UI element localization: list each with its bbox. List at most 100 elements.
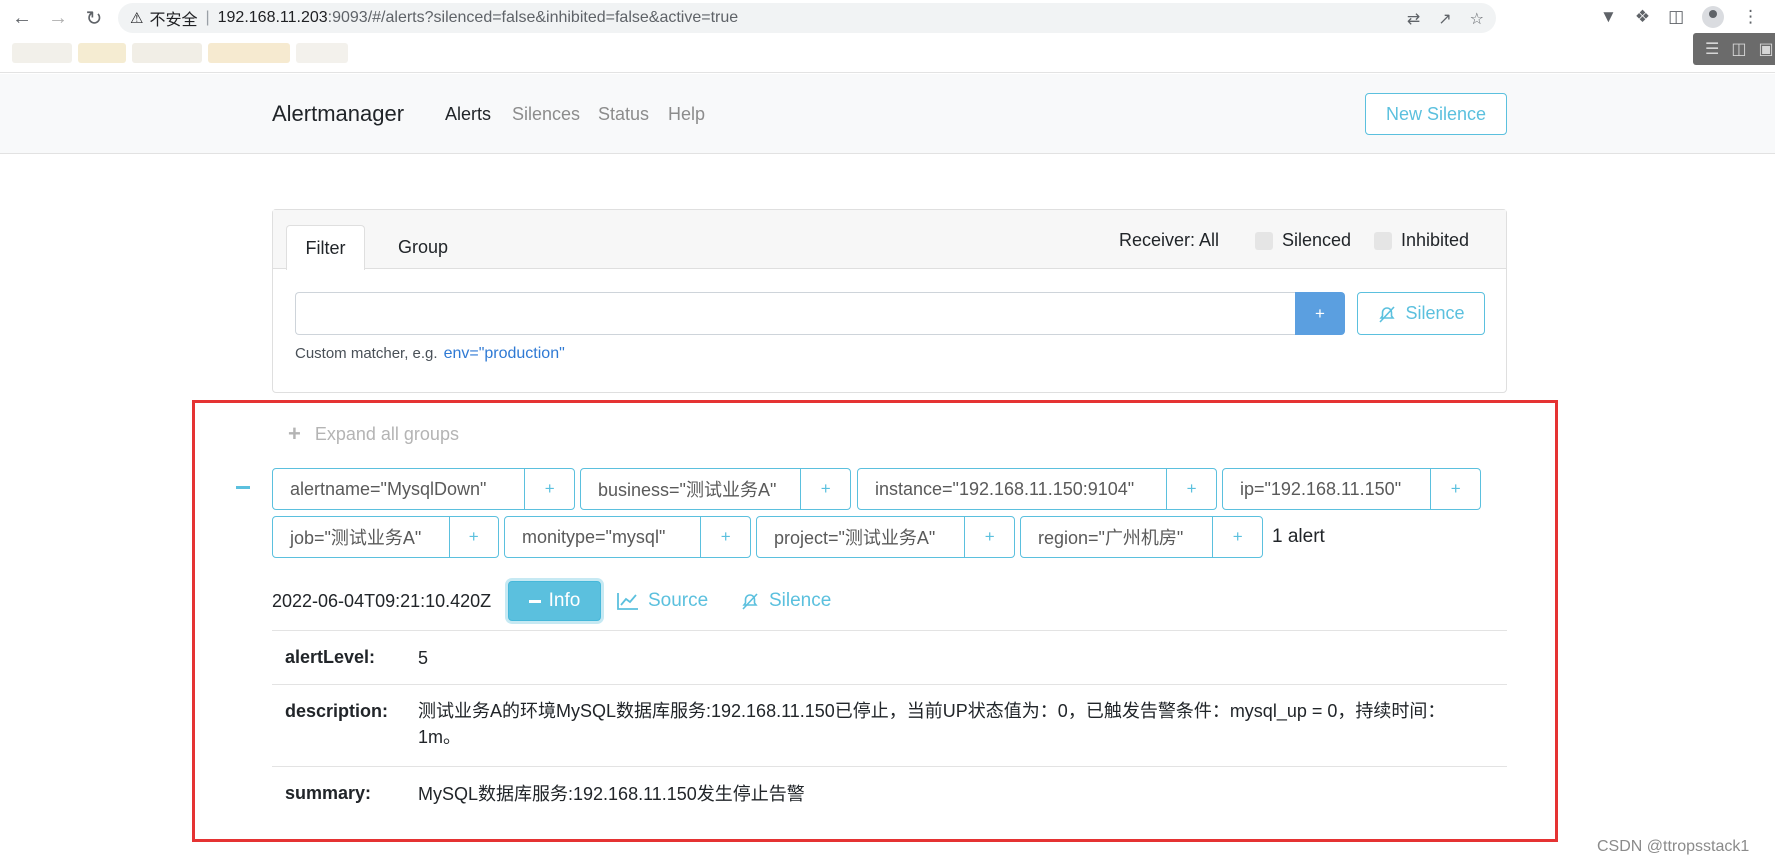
bookmark-blur	[296, 43, 348, 63]
source-button[interactable]: Source	[617, 590, 708, 612]
label-project[interactable]: project="测试业务A"	[757, 517, 966, 557]
star-icon[interactable]: ☆	[1470, 9, 1484, 29]
split-icon: ◫	[1731, 41, 1747, 58]
label-group-region: region="广州机房" +	[1020, 516, 1263, 558]
url-host: 192.168.11.203	[217, 9, 328, 26]
bookmarks-bar-blurred	[12, 43, 388, 65]
source-label: Source	[648, 590, 709, 611]
profile-avatar-icon[interactable]	[1702, 6, 1725, 28]
more-menu-icon[interactable]: ⋮	[1742, 7, 1759, 27]
label-business[interactable]: business="测试业务A"	[581, 469, 802, 509]
warning-icon: ⚠	[130, 10, 144, 27]
nav-link-alerts[interactable]: Alerts	[445, 104, 491, 125]
list-icon: ☰	[1705, 41, 1720, 58]
tab-filter[interactable]: Filter	[286, 225, 365, 270]
hint-text: Custom matcher, e.g.	[295, 345, 438, 362]
csdn-watermark: CSDN @ttropsstack1	[1597, 838, 1750, 855]
dock-icon: ▣	[1758, 41, 1774, 58]
puzzle-icon[interactable]: ❖	[1635, 7, 1650, 27]
label-ip[interactable]: ip="192.168.11.150"	[1223, 469, 1432, 509]
sidepanel-icon[interactable]: ◫	[1668, 7, 1684, 27]
share-icon[interactable]: ↗	[1438, 9, 1451, 29]
label-add-button[interactable]: +	[1167, 469, 1216, 509]
collapse-group-icon[interactable]	[236, 486, 250, 489]
label-add-button[interactable]: +	[965, 517, 1014, 557]
label-group-project: project="测试业务A" +	[756, 516, 1015, 558]
reload-icon[interactable]: ↻	[80, 4, 108, 32]
annotation-row-description: description: 测试业务A的环境MySQL数据库服务:192.168.…	[272, 684, 1507, 766]
label-group-business: business="测试业务A" +	[580, 468, 851, 510]
info-label: Info	[548, 590, 581, 611]
bell-slash-icon	[742, 593, 758, 610]
devtools-toggle[interactable]: ☰ ◫ ▣	[1693, 33, 1775, 65]
annotation-value: 5	[418, 648, 429, 668]
forward-arrow-icon[interactable]: →	[44, 4, 72, 32]
plus-icon: +	[288, 421, 301, 446]
silenced-checkbox[interactable]: Silenced	[1255, 230, 1351, 251]
annotation-row-summary: summary: MySQL数据库服务:192.168.11.150发生停止告警	[272, 766, 1507, 822]
bookmark-blur	[12, 43, 72, 63]
silenced-label: Silenced	[1282, 230, 1352, 250]
annotation-key: summary:	[285, 783, 372, 803]
bookmark-blur	[78, 43, 126, 63]
omnibox-actions: ⇄ ↗ ☆	[1407, 9, 1484, 29]
url-path: :9093/#/alerts?silenced=false&inhibited=…	[327, 9, 739, 26]
label-add-button[interactable]: +	[701, 517, 750, 557]
insecure-label: 不安全	[149, 12, 198, 29]
bookmark-blur	[208, 43, 290, 63]
nav-link-silences[interactable]: Silences	[512, 104, 580, 125]
checkbox-box[interactable]	[1374, 231, 1392, 250]
label-add-button[interactable]: +	[450, 517, 498, 557]
label-add-button[interactable]: +	[801, 469, 850, 509]
alert-timestamp: 2022-06-04T09:21:10.420Z	[272, 591, 492, 611]
filter-card-header: Filter Group Receiver: All Silenced Inhi…	[273, 210, 1506, 270]
filter-silence-button[interactable]: Silence	[1357, 292, 1485, 335]
browser-chrome: ← → ↻ ⚠ 不安全 | 192.168.11.203:9093/#/aler…	[0, 0, 1775, 73]
label-group-job: job="测试业务A" +	[272, 516, 499, 558]
annotation-key: alertLevel:	[285, 647, 376, 667]
extension-icons: ▼ ❖ ◫ ⋮	[1600, 6, 1759, 28]
annotation-key: description:	[285, 701, 389, 721]
bookmark-blur	[132, 43, 202, 63]
new-silence-button[interactable]: New Silence	[1365, 93, 1507, 135]
alert-silence-button[interactable]: Silence	[740, 590, 831, 612]
nav-link-help[interactable]: Help	[668, 104, 705, 125]
alert-silence-label: Silence	[769, 590, 832, 611]
back-arrow-icon[interactable]: ←	[8, 4, 36, 32]
label-add-button[interactable]: +	[1431, 469, 1480, 509]
checkbox-box[interactable]	[1255, 231, 1273, 250]
brand-title[interactable]: Alertmanager	[272, 101, 404, 127]
url-separator: |	[205, 9, 210, 26]
alertmanager-navbar: Alertmanager Alerts Silences Status Help…	[0, 74, 1775, 154]
hint-example: env="production"	[443, 345, 565, 362]
address-bar[interactable]: ⚠ 不安全 | 192.168.11.203:9093/#/alerts?sil…	[118, 3, 1496, 33]
nav-link-status[interactable]: Status	[598, 104, 649, 125]
label-region[interactable]: region="广州机房"	[1021, 517, 1214, 557]
label-add-button[interactable]: +	[525, 469, 574, 509]
inhibited-checkbox[interactable]: Inhibited	[1374, 230, 1469, 251]
filter-input[interactable]	[295, 292, 1295, 335]
label-group-monitype: monitype="mysql" +	[504, 516, 751, 558]
filter-card: Filter Group Receiver: All Silenced Inhi…	[272, 209, 1507, 393]
tab-group[interactable]: Group	[383, 225, 463, 270]
inhibited-label: Inhibited	[1401, 230, 1470, 250]
line-chart-icon	[617, 593, 638, 610]
info-button[interactable]: Info	[508, 581, 601, 621]
annotation-row-alertlevel: alertLevel: 5	[272, 630, 1507, 684]
receiver-selector[interactable]: Receiver: All	[1119, 230, 1219, 251]
annotation-value: MySQL数据库服务:192.168.11.150发生停止告警	[418, 784, 805, 804]
matcher-hint: Custom matcher, e.g. env="production"	[295, 345, 565, 363]
label-instance[interactable]: instance="192.168.11.150:9104"	[858, 469, 1168, 509]
annotation-value: 测试业务A的环境MySQL数据库服务:192.168.11.150已停止，当前U…	[418, 701, 1446, 747]
label-add-button[interactable]: +	[1213, 517, 1262, 557]
label-alertname[interactable]: alertname="MysqlDown"	[273, 469, 526, 509]
expand-all-label: Expand all groups	[314, 423, 459, 444]
label-job[interactable]: job="测试业务A"	[273, 517, 450, 557]
expand-all-groups-button[interactable]: + Expand all groups	[288, 421, 459, 447]
label-group-instance: instance="192.168.11.150:9104" +	[857, 468, 1217, 510]
vue-extension-icon[interactable]: ▼	[1600, 7, 1617, 27]
translate-icon[interactable]: ⇄	[1407, 9, 1420, 29]
label-monitype[interactable]: monitype="mysql"	[505, 517, 702, 557]
label-group-ip: ip="192.168.11.150" +	[1222, 468, 1481, 510]
add-matcher-button[interactable]: +	[1295, 292, 1345, 335]
